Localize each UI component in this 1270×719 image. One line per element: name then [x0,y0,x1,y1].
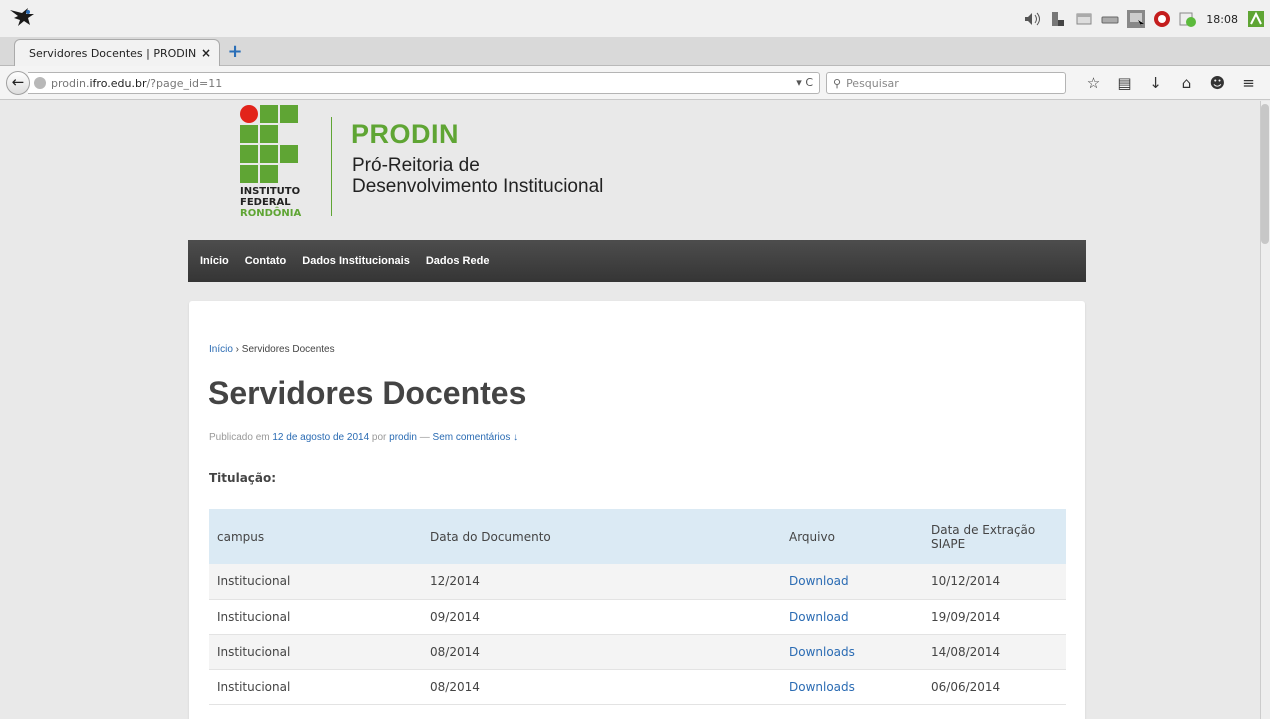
breadcrumb-current: Servidores Docentes [241,344,335,355]
bookmark-star-icon[interactable]: ☆ [1078,74,1109,92]
column-header-data-extracao: Data de Extração SIAPE [923,509,1066,564]
comments-link[interactable]: Sem comentários ↓ [433,432,519,443]
cell-data-documento: 08/2014 [422,669,781,705]
author-link[interactable]: prodin [389,432,417,443]
new-tab-icon[interactable]: + [226,43,244,61]
cell-data-documento: 12/2014 [422,564,781,600]
back-button[interactable]: ← [6,71,30,95]
scrollbar-thumb[interactable] [1261,104,1269,244]
cell-campus: Institucional [209,564,422,600]
breadcrumb: Início › Servidores Docentes [209,344,335,355]
main-menu: Início Contato Dados Institucionais Dado… [188,240,1086,282]
clock[interactable]: 18:08 [1206,13,1238,26]
table-row: Institucional 12/2014 Download 10/12/201… [209,564,1066,600]
section-label: Titulação: [209,471,277,485]
menu-item-contato[interactable]: Contato [237,240,295,282]
system-tray: 18:08 [1022,4,1270,34]
download-link[interactable]: Download [789,610,849,624]
logo-divider [331,117,332,216]
cell-data-extracao: 06/06/2014 [923,669,1066,705]
battery-icon[interactable] [1048,9,1068,29]
page-title: Servidores Docentes [208,375,527,411]
table-header-row: campus Data do Documento Arquivo Data de… [209,509,1066,564]
app-launcher-icon[interactable] [8,6,36,30]
table-row: Institucional 08/2014 Downloads 14/08/20… [209,634,1066,670]
institute-name: INSTITUTO FEDERAL RONDÔNIA [240,186,302,219]
url-path: /?page_id=11 [146,76,223,90]
column-header-arquivo: Arquivo [781,509,923,564]
search-input[interactable]: ⚲ Pesquisar [826,72,1066,94]
search-icon: ⚲ [833,76,842,90]
menu-item-inicio[interactable]: Início [192,240,237,282]
cell-campus: Institucional [209,599,422,635]
content-card: Início › Servidores Docentes Servidores … [189,301,1085,719]
cell-data-extracao: 19/09/2014 [923,599,1066,635]
breadcrumb-home-link[interactable]: Início [209,344,233,355]
os-top-bar: 18:08 [0,0,1270,38]
column-header-data-documento: Data do Documento [422,509,781,564]
download-link[interactable]: Download [789,574,849,588]
site-brand[interactable]: PRODIN [351,119,459,150]
download-link[interactable]: Downloads [789,680,855,694]
cell-data-documento: 08/2014 [422,634,781,670]
site-header: INSTITUTO FEDERAL RONDÔNIA PRODIN Pró-Re… [188,101,1086,240]
post-date-link[interactable]: 12 de agosto de 2014 [272,432,369,443]
cell-campus: Institucional [209,669,422,705]
downloads-icon[interactable]: ↓ [1140,74,1171,92]
table-row: Institucional 08/2014 Downloads 06/06/20… [209,669,1066,705]
volume-icon[interactable] [1022,9,1042,29]
reload-icon[interactable]: ▾ C [796,76,813,89]
chat-icon[interactable]: ☻ [1202,74,1233,92]
show-desktop-icon[interactable] [1246,9,1266,29]
network-monitor-icon[interactable] [1126,9,1146,29]
cell-data-extracao: 10/12/2014 [923,564,1066,600]
tab-title: Servidores Docentes | PRODIN [29,46,197,60]
cell-data-extracao: 14/08/2014 [923,634,1066,670]
drive-icon[interactable] [1100,9,1120,29]
download-link[interactable]: Downloads [789,645,855,659]
servidores-table: campus Data do Documento Arquivo Data de… [209,509,1066,705]
cell-data-documento: 09/2014 [422,599,781,635]
menu-item-dados-rede[interactable]: Dados Rede [418,240,498,282]
site-subtitle: Pró-Reitoria de Desenvolvimento Instituc… [352,155,604,197]
url-host: ifro.edu.br [89,76,147,90]
navigation-toolbar: prodin. ifro.edu.br/?page_id=11 ▾ C ← ⚲ P… [0,66,1270,100]
tab-servidores-docentes[interactable]: Servidores Docentes | PRODIN × [14,39,220,66]
site-identity-icon[interactable] [34,77,46,89]
if-logo-icon[interactable] [240,105,310,193]
menu-item-dados-institucionais[interactable]: Dados Institucionais [294,240,418,282]
update-icon[interactable] [1152,9,1172,29]
page-viewport: INSTITUTO FEDERAL RONDÔNIA PRODIN Pró-Re… [0,101,1270,719]
url-prefix: prodin. [51,76,90,90]
chat-status-icon[interactable] [1178,9,1198,29]
window-icon[interactable] [1074,9,1094,29]
menu-icon[interactable]: ≡ [1233,74,1264,92]
close-tab-icon[interactable]: × [197,46,211,60]
bookmarks-list-icon[interactable]: ▤ [1109,74,1140,92]
home-icon[interactable]: ⌂ [1171,74,1202,92]
search-placeholder: Pesquisar [846,76,899,90]
breadcrumb-separator: › [232,344,242,355]
post-meta: Publicado em 12 de agosto de 2014 por pr… [209,432,519,443]
url-bar[interactable]: prodin. ifro.edu.br/?page_id=11 ▾ C [28,72,820,94]
tab-strip: Servidores Docentes | PRODIN × + [0,37,1270,66]
column-header-campus: campus [209,509,422,564]
cell-campus: Institucional [209,634,422,670]
table-row: Institucional 09/2014 Download 19/09/201… [209,599,1066,635]
toolbar-icons: ☆ ▤ ↓ ⌂ ☻ ≡ [1078,74,1264,92]
